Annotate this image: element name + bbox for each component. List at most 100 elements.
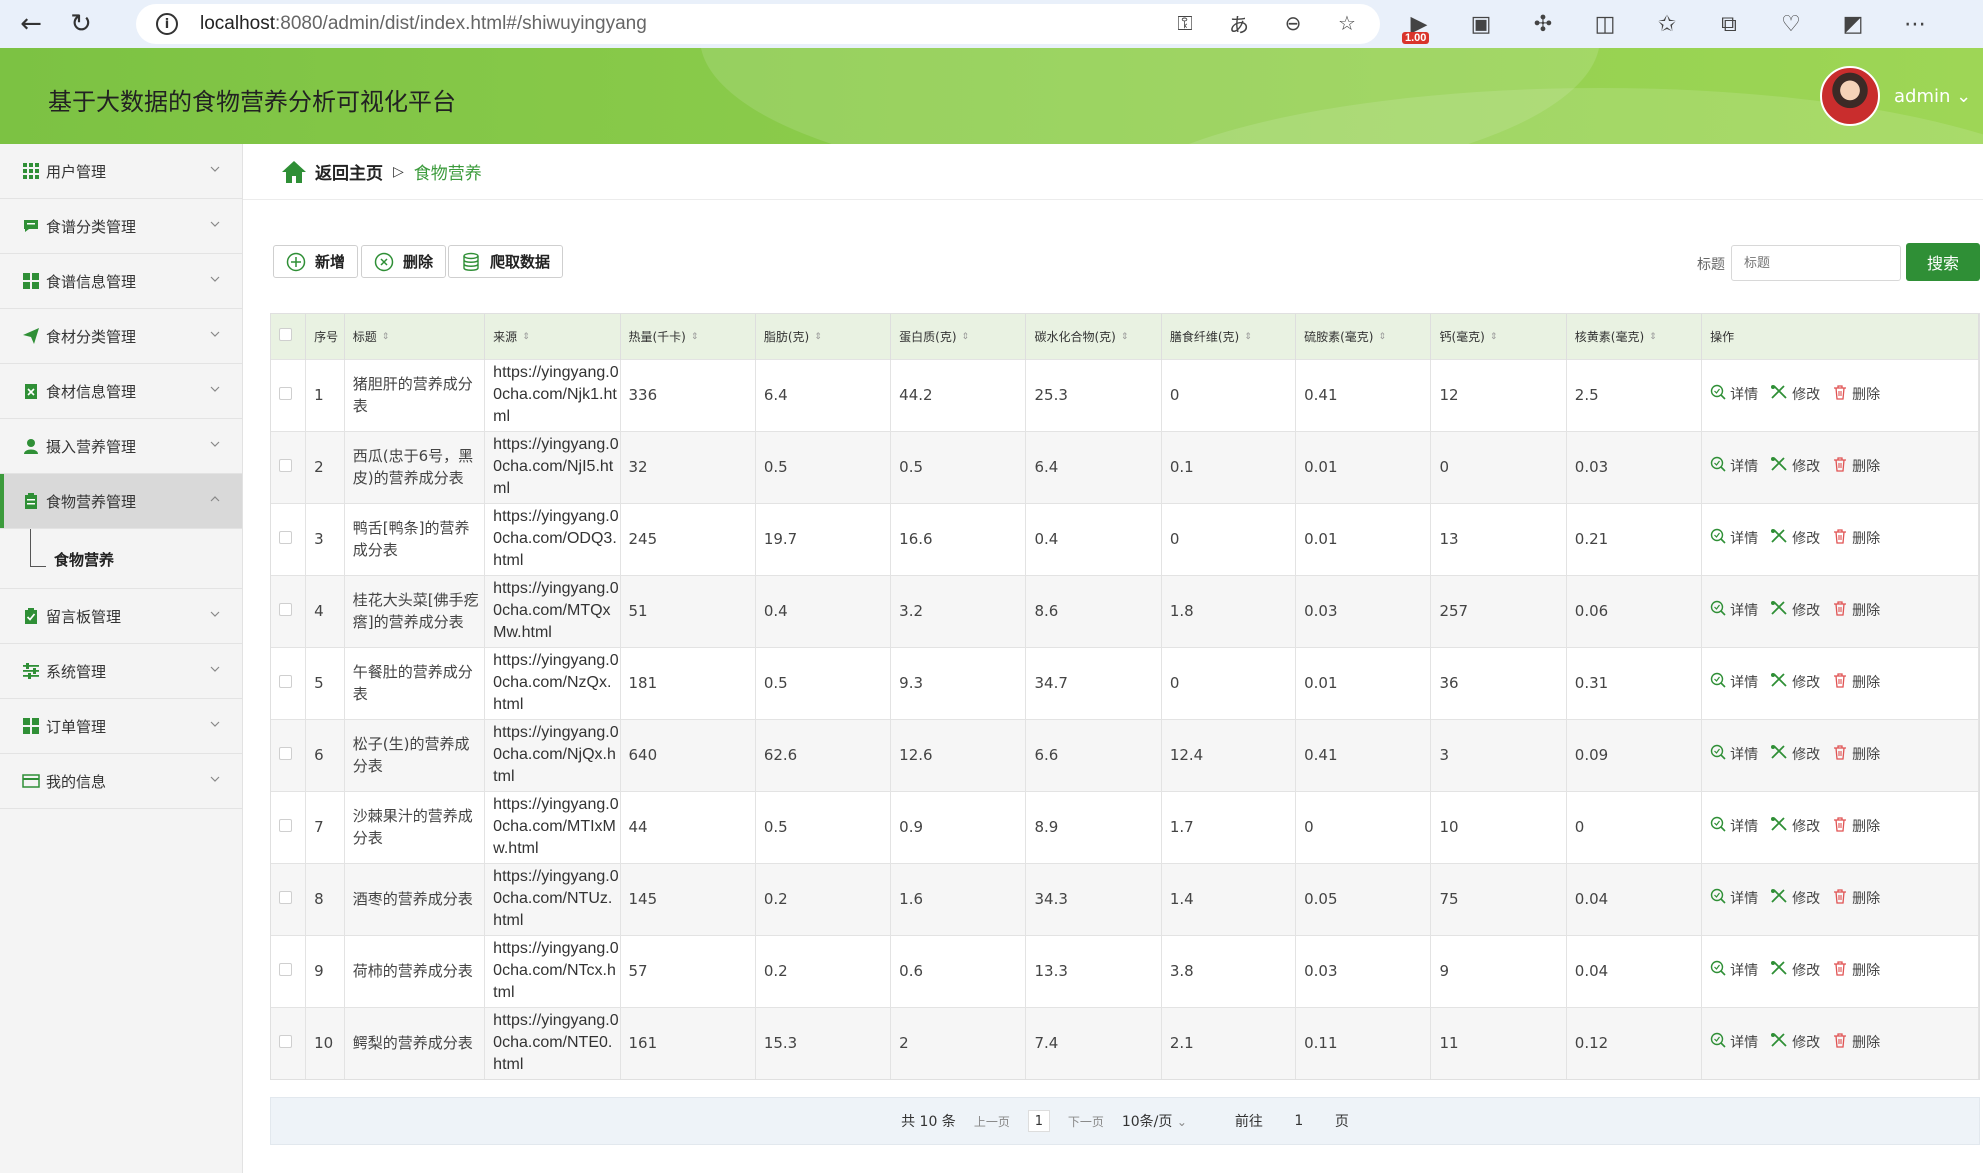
edit-button[interactable]: 修改 bbox=[1770, 384, 1820, 407]
edit-button[interactable]: 修改 bbox=[1770, 528, 1820, 551]
row-select-cell[interactable] bbox=[271, 790, 307, 863]
prev-page-button[interactable]: 上一页 bbox=[974, 1113, 1010, 1130]
sidebar-item-ingredient-category[interactable]: 食材分类管理 bbox=[0, 309, 242, 364]
row-checkbox[interactable] bbox=[279, 891, 292, 904]
refresh-icon[interactable]: ↻ bbox=[62, 5, 100, 43]
column-header[interactable]: 膳食纤维(克) ⇕ bbox=[1161, 314, 1297, 359]
row-select-cell[interactable] bbox=[271, 862, 307, 935]
back-icon[interactable]: ← bbox=[12, 5, 50, 43]
sort-icon[interactable]: ⇕ bbox=[691, 332, 699, 342]
row-delete-button[interactable]: 删除 bbox=[1832, 888, 1880, 911]
row-delete-button[interactable]: 删除 bbox=[1832, 960, 1880, 983]
detail-button[interactable]: 详情 bbox=[1710, 600, 1758, 623]
column-header[interactable]: 热量(千卡) ⇕ bbox=[620, 314, 756, 359]
sidebar-subitem-label[interactable]: 食物营养 bbox=[54, 549, 114, 570]
row-checkbox[interactable] bbox=[279, 819, 292, 832]
table-row[interactable]: 2 西瓜(忠于6号，黑皮)的营养成分表 https://yingyang.00cha… bbox=[271, 430, 1979, 503]
column-header[interactable]: 脂肪(克) ⇕ bbox=[755, 314, 892, 359]
row-delete-button[interactable]: 删除 bbox=[1832, 456, 1880, 479]
row-delete-button[interactable]: 删除 bbox=[1832, 600, 1880, 623]
row-delete-button[interactable]: 删除 bbox=[1832, 816, 1880, 839]
sidebar-item-recipe-category[interactable]: 食谱分类管理 bbox=[0, 199, 242, 254]
page-size-select[interactable]: 10条/页 ⌄ bbox=[1122, 1111, 1187, 1131]
edge-copilot-icon[interactable]: ◩ bbox=[1834, 6, 1872, 42]
delete-button[interactable]: 删除 bbox=[361, 245, 447, 278]
sort-icon[interactable]: ⇕ bbox=[814, 332, 822, 342]
info-icon[interactable]: i bbox=[156, 13, 178, 35]
performance-icon[interactable]: ♡ bbox=[1772, 6, 1810, 42]
search-input[interactable] bbox=[1731, 245, 1901, 281]
breadcrumb-home[interactable]: 返回主页 bbox=[315, 159, 383, 184]
edit-button[interactable]: 修改 bbox=[1770, 600, 1820, 623]
crawl-data-button[interactable]: 爬取数据 bbox=[448, 245, 564, 278]
column-header[interactable]: 蛋白质(克) ⇕ bbox=[890, 314, 1027, 359]
row-checkbox[interactable] bbox=[279, 603, 292, 616]
column-header[interactable]: 钙(毫克) ⇕ bbox=[1430, 314, 1567, 359]
row-select-cell[interactable] bbox=[271, 502, 307, 575]
sidebar-item-orders[interactable]: 订单管理 bbox=[0, 699, 242, 754]
table-row[interactable]: 5 午餐肚的营养成分表 https://yingyang.00cha.com/NzQ… bbox=[271, 646, 1979, 719]
row-select-cell[interactable] bbox=[271, 358, 307, 431]
row-delete-button[interactable]: 删除 bbox=[1832, 384, 1880, 407]
column-header[interactable]: 序号 bbox=[305, 314, 345, 359]
table-row[interactable]: 3 鸭舌[鸭条]的营养成分表 https://yingyang.00cha.com/… bbox=[271, 502, 1979, 575]
sort-icon[interactable]: ⇕ bbox=[1649, 332, 1657, 342]
row-checkbox[interactable] bbox=[279, 531, 292, 544]
zoom-icon[interactable]: ⊖ bbox=[1280, 10, 1306, 36]
sort-icon[interactable]: ⇕ bbox=[962, 332, 970, 342]
detail-button[interactable]: 详情 bbox=[1710, 744, 1758, 767]
goto-input[interactable]: 1 bbox=[1280, 1107, 1317, 1135]
table-row[interactable]: 4 桂花大头菜[佛手疙瘩]的营养成分表 https://yingyang.00cha… bbox=[271, 574, 1979, 647]
edit-button[interactable]: 修改 bbox=[1770, 1032, 1820, 1055]
table-row[interactable]: 1 猪胆肝的营养成分表 https://yingyang.00cha.com/Njk… bbox=[271, 358, 1979, 431]
detail-button[interactable]: 详情 bbox=[1710, 960, 1758, 983]
url-text[interactable]: localhost:8080/admin/dist/index.html#/sh… bbox=[200, 13, 647, 35]
sidebar-item-intake-nutrition[interactable]: 摄入营养管理 bbox=[0, 419, 242, 474]
more-icon[interactable]: ⋯ bbox=[1896, 6, 1934, 42]
sidebar-item-message-board[interactable]: 留言板管理 bbox=[0, 589, 242, 644]
sidebar-item-food-nutrition[interactable]: 食物营养管理 bbox=[0, 474, 242, 529]
page-number[interactable]: 1 bbox=[1027, 1110, 1050, 1132]
extensions-icon[interactable]: ✣ bbox=[1524, 6, 1562, 42]
edit-button[interactable]: 修改 bbox=[1770, 960, 1820, 983]
sidebar-item-user-management[interactable]: 用户管理 bbox=[0, 144, 242, 199]
column-header[interactable]: 核黄素(毫克) ⇕ bbox=[1566, 314, 1703, 359]
avatar[interactable] bbox=[1820, 66, 1880, 126]
row-select-cell[interactable] bbox=[271, 430, 307, 503]
select-all-checkbox[interactable] bbox=[279, 328, 292, 342]
add-button[interactable]: 新增 bbox=[273, 245, 359, 278]
select-all-cell[interactable] bbox=[271, 314, 307, 359]
table-row[interactable]: 10 鳄梨的营养成分表 https://yingyang.00cha.com/NTE… bbox=[271, 1006, 1979, 1079]
sort-icon[interactable]: ⇕ bbox=[1379, 332, 1387, 342]
search-button[interactable]: 搜索 bbox=[1906, 243, 1980, 281]
detail-button[interactable]: 详情 bbox=[1710, 384, 1758, 407]
row-checkbox[interactable] bbox=[279, 387, 292, 400]
row-delete-button[interactable]: 删除 bbox=[1832, 744, 1880, 767]
row-select-cell[interactable] bbox=[271, 574, 307, 647]
row-checkbox[interactable] bbox=[279, 963, 292, 976]
sidebar-subitem-food-nutrition[interactable]: 食物营养 bbox=[0, 529, 242, 589]
next-page-button[interactable]: 下一页 bbox=[1068, 1113, 1104, 1130]
row-delete-button[interactable]: 删除 bbox=[1832, 672, 1880, 695]
sort-icon[interactable]: ⇕ bbox=[1490, 332, 1498, 342]
row-checkbox[interactable] bbox=[279, 747, 292, 760]
sort-icon[interactable]: ⇕ bbox=[522, 332, 530, 342]
detail-button[interactable]: 详情 bbox=[1710, 456, 1758, 479]
row-select-cell[interactable] bbox=[271, 718, 307, 791]
table-row[interactable]: 7 沙棘果汁的营养成分表 https://yingyang.00cha.com/MT… bbox=[271, 790, 1979, 863]
key-icon[interactable]: ⚿ bbox=[1172, 10, 1198, 36]
favorites-icon[interactable]: ✩ bbox=[1648, 6, 1686, 42]
sidebar-item-ingredient-info[interactable]: 食材信息管理 bbox=[0, 364, 242, 419]
row-delete-button[interactable]: 删除 bbox=[1832, 1032, 1880, 1055]
table-row[interactable]: 6 松子(生)的营养成分表 https://yingyang.00cha.com/N… bbox=[271, 718, 1979, 791]
row-checkbox[interactable] bbox=[279, 459, 292, 472]
edit-button[interactable]: 修改 bbox=[1770, 816, 1820, 839]
edit-button[interactable]: 修改 bbox=[1770, 456, 1820, 479]
sidebar-item-my-info[interactable]: 我的信息 bbox=[0, 754, 242, 809]
column-header[interactable]: 硫胺素(毫克) ⇕ bbox=[1295, 314, 1432, 359]
detail-button[interactable]: 详情 bbox=[1710, 672, 1758, 695]
detail-button[interactable]: 详情 bbox=[1710, 528, 1758, 551]
column-header[interactable]: 来源 ⇕ bbox=[484, 314, 621, 359]
edit-button[interactable]: 修改 bbox=[1770, 744, 1820, 767]
extension-media-icon[interactable]: ▶ 1.00 bbox=[1400, 6, 1438, 44]
